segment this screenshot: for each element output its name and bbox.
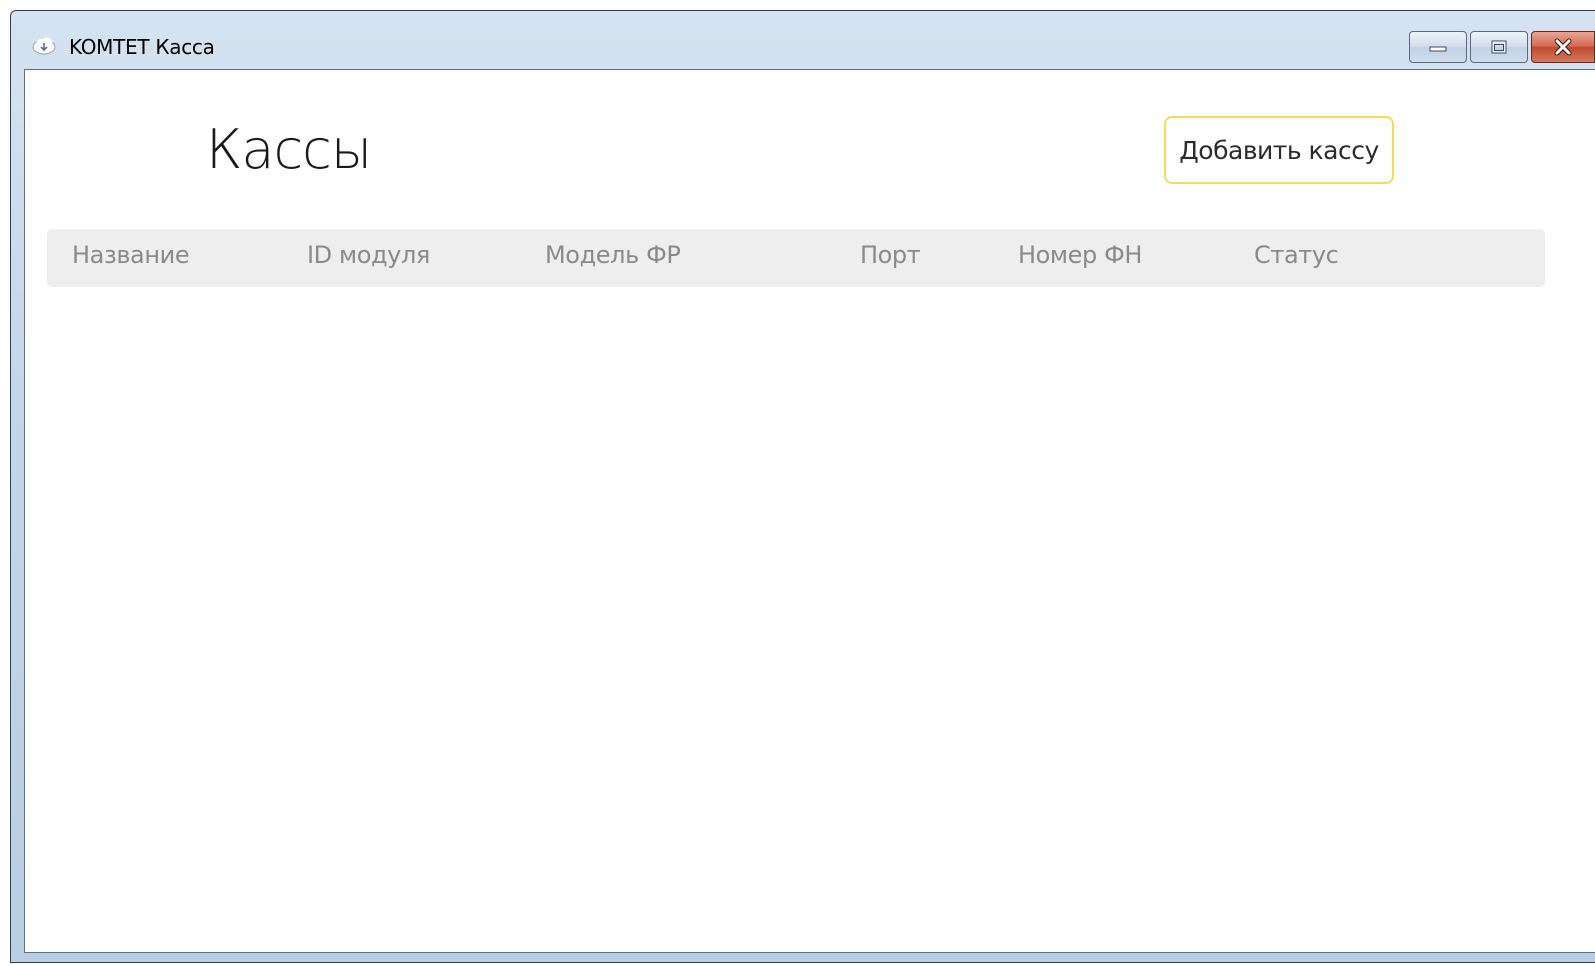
maximize-icon bbox=[1491, 40, 1507, 54]
cloud-icon bbox=[32, 37, 56, 55]
title-bar[interactable]: KOMTET Касса bbox=[11, 11, 1595, 71]
column-header-name[interactable]: Название bbox=[72, 241, 190, 269]
client-area: Кассы Добавить кассу Название ID модуля … bbox=[24, 69, 1595, 953]
minimize-icon bbox=[1429, 46, 1447, 52]
column-header-fr-model[interactable]: Модель ФР bbox=[545, 241, 681, 269]
column-header-port[interactable]: Порт bbox=[860, 241, 921, 269]
caption-buttons bbox=[1406, 31, 1595, 63]
close-button[interactable] bbox=[1531, 31, 1595, 63]
close-icon bbox=[1554, 38, 1572, 56]
desktop: KOMTET Касса Кассы Добавить кассу Назван… bbox=[0, 0, 1595, 965]
minimize-button[interactable] bbox=[1409, 31, 1467, 63]
window-title: KOMTET Касса bbox=[69, 35, 215, 59]
column-header-status[interactable]: Статус bbox=[1254, 241, 1339, 269]
column-header-fn-number[interactable]: Номер ФН bbox=[1018, 241, 1142, 269]
page-title: Кассы bbox=[206, 118, 372, 181]
add-register-button[interactable]: Добавить кассу bbox=[1164, 116, 1394, 184]
column-header-module-id[interactable]: ID модуля bbox=[307, 241, 430, 269]
maximize-button[interactable] bbox=[1470, 31, 1528, 63]
app-window: KOMTET Касса Кассы Добавить кассу Назван… bbox=[10, 10, 1595, 963]
table-header: Название ID модуля Модель ФР Порт Номер … bbox=[47, 229, 1545, 287]
